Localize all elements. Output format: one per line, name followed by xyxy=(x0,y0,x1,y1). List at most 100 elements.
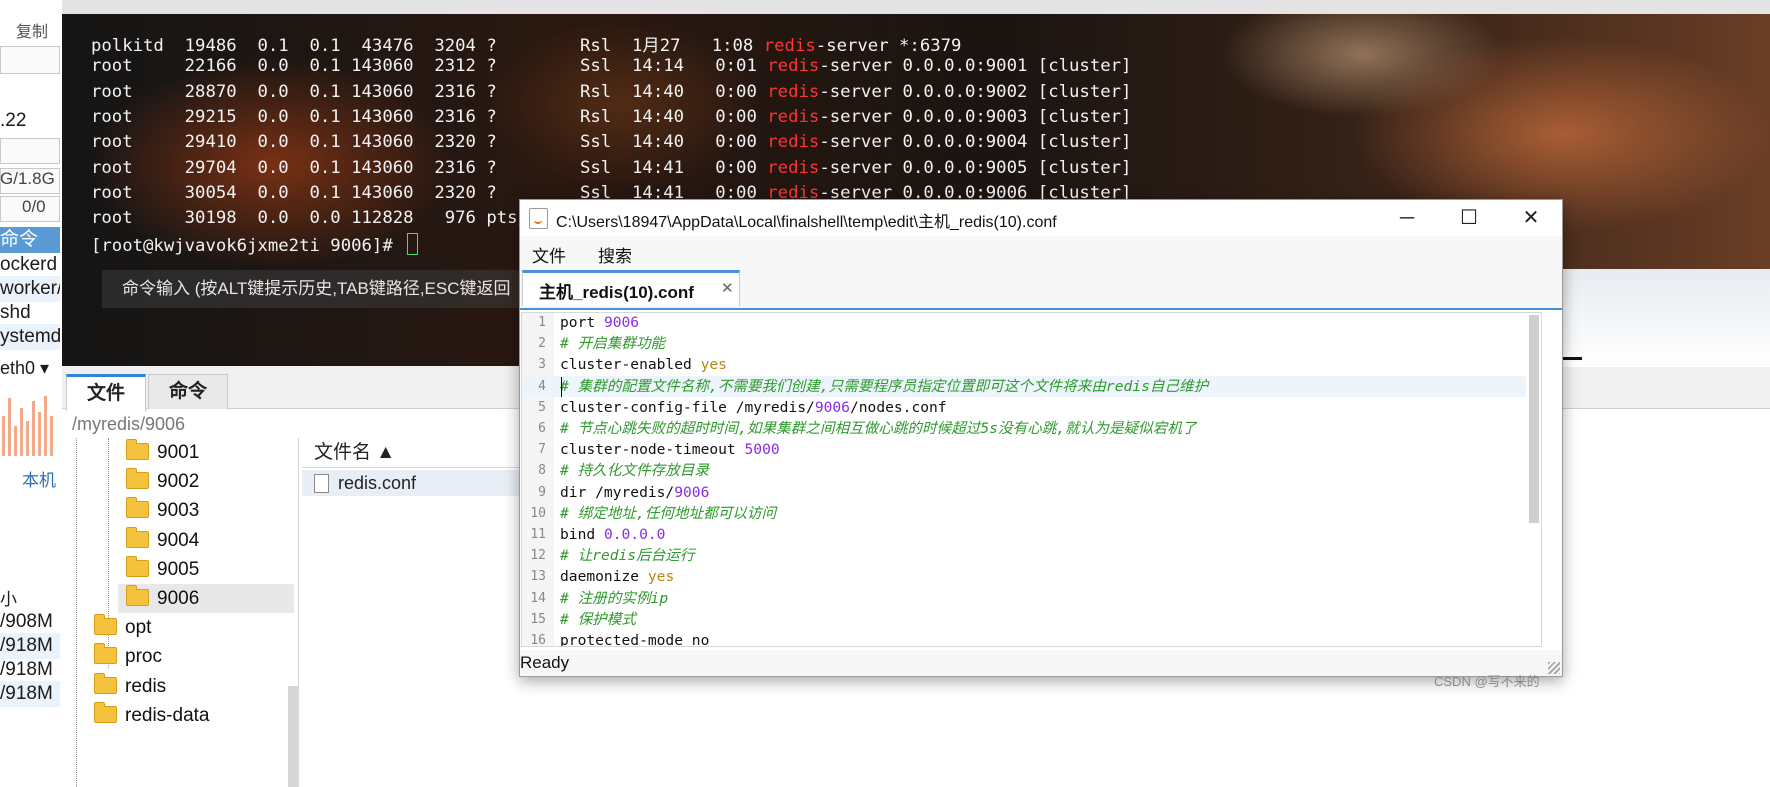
line-number: 15 xyxy=(530,611,546,627)
folder-item[interactable]: 9006 xyxy=(118,584,294,613)
editor-tab[interactable]: 主机_redis(10).conf ✕ xyxy=(522,270,740,306)
menu-file[interactable]: 文件 xyxy=(532,242,566,267)
code-editor[interactable]: 1 port 9006 2 # 开启集群功能 3 cluster-enabled yes 4… xyxy=(521,312,1542,647)
folder-icon xyxy=(126,468,149,490)
line-number: 10 xyxy=(530,505,546,521)
disk-size-item[interactable]: /918M xyxy=(0,633,60,659)
folder-item[interactable]: 9005 xyxy=(118,555,294,584)
process-item[interactable]: ockerd xyxy=(0,252,60,278)
folder-label: redis-data xyxy=(125,704,210,726)
process-column-header[interactable]: 命令 xyxy=(0,227,60,253)
code-line: 10 # 绑定地址,任何地址都可以访问 xyxy=(522,503,1526,524)
editor-tab-bar: 主机_redis(10).conf ✕ xyxy=(520,268,1562,310)
filename-column-header[interactable]: 文件名 ▲ xyxy=(302,438,522,468)
code-line: 13 daemonize yes xyxy=(522,566,1526,587)
line-number: 1 xyxy=(538,315,546,330)
tab-commands[interactable]: 命令 xyxy=(148,374,228,409)
terminal-cursor xyxy=(407,233,419,255)
code-line: 4 # 集群的配置文件名称,不需要我们创建,只需要程序员指定位置即可这个文件将来由… xyxy=(522,375,1526,397)
folder-icon xyxy=(94,643,117,665)
code-line: 7 cluster-node-timeout 5000 xyxy=(522,439,1526,460)
disk-size-item[interactable]: /918M xyxy=(0,681,60,707)
terminal-line: root 28870 0.0 0.1 143060 2316 ? Rsl 14:… xyxy=(91,81,1132,102)
tab-files[interactable]: 文件 xyxy=(66,374,146,411)
code-line: 5 cluster-config-file /myredis/9006/nodes… xyxy=(522,397,1526,418)
java-icon xyxy=(529,208,548,229)
resize-grip[interactable] xyxy=(1548,662,1560,674)
folder-icon xyxy=(126,555,149,577)
editor-window: C:\Users\18947\AppData\Local\finalshell\… xyxy=(519,199,1563,677)
folder-label: 9006 xyxy=(157,588,200,609)
folder-label: proc xyxy=(125,646,162,668)
minimize-button[interactable]: ─ xyxy=(1376,200,1438,236)
folder-label: redis xyxy=(125,675,167,697)
file-row[interactable]: redis.conf xyxy=(302,470,522,496)
size-column-header[interactable]: 小 xyxy=(0,585,17,610)
close-button[interactable]: ✕ xyxy=(1500,200,1562,236)
maximize-button[interactable]: ☐ xyxy=(1438,200,1500,236)
code-line: 6 # 节点心跳失败的超时时间,如果集群之间相互做心跳的时候超过5s没有心跳,就认… xyxy=(522,418,1526,439)
editor-menu-bar: 文件 搜索 xyxy=(520,236,1562,268)
folder-icon xyxy=(94,672,117,694)
folder-item[interactable]: 9003 xyxy=(118,496,294,525)
file-icon xyxy=(314,474,329,493)
mem-fragment: G/1.8G xyxy=(0,169,55,188)
code-line: 14 # 注册的实例ip xyxy=(522,588,1526,609)
line-number: 8 xyxy=(538,463,546,479)
copy-label[interactable]: 复制 xyxy=(16,18,48,42)
cpu-meter xyxy=(0,138,60,164)
folder-item[interactable]: redis-data xyxy=(86,701,294,730)
interface-select[interactable]: eth0 ▾ xyxy=(0,358,49,379)
folder-item[interactable]: 9001 xyxy=(118,438,294,467)
terminal-line: root 30198 0.0 0.0 112828 976 pts/2 xyxy=(91,208,539,229)
line-number: 2 xyxy=(538,336,546,352)
code-line: 3 cluster-enabled yes xyxy=(522,354,1526,375)
folder-label: opt xyxy=(125,617,152,639)
folder-item[interactable]: redis xyxy=(86,672,294,701)
menu-search[interactable]: 搜索 xyxy=(598,242,632,267)
terminal-prompt: [root@kwjvavok6jxme2ti 9006]# xyxy=(91,236,404,256)
process-item[interactable]: ystemd xyxy=(0,324,60,350)
file-name: redis.conf xyxy=(338,473,417,493)
editor-title-bar[interactable]: C:\Users\18947\AppData\Local\finalshell\… xyxy=(520,200,1562,236)
tree-scrollbar[interactable] xyxy=(288,686,298,787)
folder-icon xyxy=(126,585,149,606)
line-number: 13 xyxy=(530,569,546,585)
folder-label: 9003 xyxy=(157,500,200,522)
code-line: 15 # 保护模式 xyxy=(522,609,1526,630)
disk-size-item[interactable]: /918M xyxy=(0,657,60,683)
process-item[interactable]: worker/ xyxy=(0,276,60,302)
code-line: 16 protected-mode no xyxy=(522,630,1526,646)
terminal-prompt-line[interactable]: [root@kwjvavok6jxme2ti 9006]# xyxy=(91,233,419,256)
line-number: 11 xyxy=(530,527,546,542)
terminal-line: root 29410 0.0 0.1 143060 2320 ? Ssl 14:… xyxy=(91,132,1132,153)
line-number: 12 xyxy=(530,548,546,564)
current-path[interactable]: /myredis/9006 xyxy=(72,414,185,435)
tab-close-icon[interactable]: ✕ xyxy=(721,279,734,297)
session-tab-bar xyxy=(62,0,1770,15)
folder-icon xyxy=(126,439,149,460)
local-label[interactable]: 本机 xyxy=(22,466,56,491)
ip-fragment: .22 xyxy=(0,110,27,131)
folder-item[interactable]: 9002 xyxy=(118,467,294,496)
background-window-edge xyxy=(1561,269,1770,367)
editor-scrollbar[interactable] xyxy=(1529,315,1539,523)
terminal-line: root 29215 0.0 0.1 143060 2316 ? Rsl 14:… xyxy=(91,106,1132,127)
folder-icon xyxy=(126,526,149,548)
terminal-line: root 22166 0.0 0.1 143060 2312 ? Ssl 14:… xyxy=(91,56,1132,77)
folder-item[interactable]: proc xyxy=(86,642,294,671)
folder-icon xyxy=(126,497,149,519)
line-number: 4 xyxy=(538,378,546,394)
line-number: 7 xyxy=(538,442,546,458)
code-line: 9 dir /myredis/9006 xyxy=(522,482,1526,503)
disk-size-item[interactable]: /908M xyxy=(0,609,60,635)
line-number: 9 xyxy=(538,484,546,500)
folder-item[interactable]: 9004 xyxy=(118,526,294,555)
process-item[interactable]: shd xyxy=(0,300,60,326)
directory-tree[interactable]: 9001 9002 9003 9004 9005 9006 opt proc redis redi… xyxy=(62,438,299,787)
folder-icon xyxy=(94,701,117,723)
status-bar: Ready xyxy=(520,650,1562,676)
folder-item[interactable]: opt xyxy=(86,613,294,642)
watermark: CSDN @写不来的 xyxy=(1434,674,1540,689)
network-graph xyxy=(2,396,53,456)
